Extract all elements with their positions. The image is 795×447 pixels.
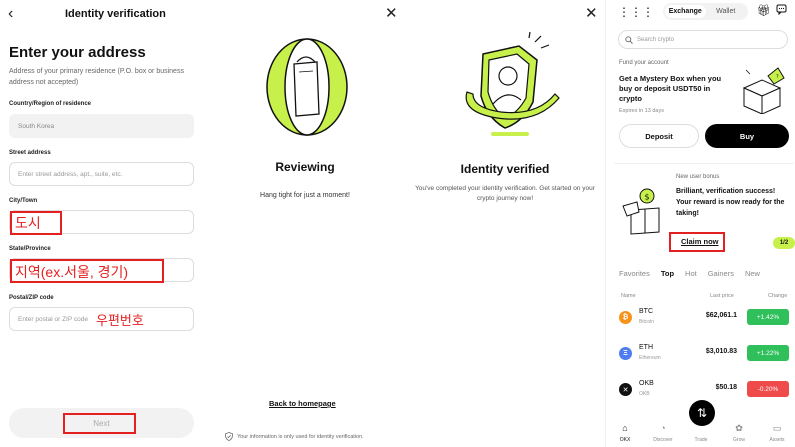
discover-icon: ◔ <box>660 423 666 433</box>
tab-favorites[interactable]: Favorites <box>619 269 650 278</box>
bitcoin-icon: ₿ <box>619 311 632 324</box>
back-icon[interactable]: ‹ <box>8 5 13 23</box>
market-tabs: Favorites Top Hot Gainers New <box>619 269 760 278</box>
col-price-header: Last price <box>710 293 734 299</box>
tab-hot[interactable]: Hot <box>685 269 697 278</box>
fund-expiry: Expires in 13 days <box>619 108 664 114</box>
page-subtext: Address of your primary residence (P.O. … <box>9 68 184 86</box>
row-price: $62,061.1 <box>705 312 737 319</box>
col-change-header: Change <box>768 293 788 299</box>
verified-illustration <box>465 32 560 136</box>
mystery-box-illustration: ? <box>742 67 785 114</box>
state-label: State/Province <box>9 246 51 252</box>
tab-exchange[interactable]: Exchange <box>665 5 706 18</box>
nav-okx[interactable]: ⌂ OKX <box>607 403 643 447</box>
home-icon: ⌂ <box>622 423 628 433</box>
nav-assets[interactable]: ▭ Assets <box>759 403 795 447</box>
claim-highlight-box <box>669 232 725 252</box>
row-symbol: ETH <box>639 344 653 351</box>
screen-title: Identity verification <box>65 8 166 20</box>
page-heading: Enter your address <box>9 44 146 61</box>
table-row[interactable]: ✕ OKB OKB $50.18 -0.20% <box>619 380 789 402</box>
search-input[interactable]: Search crypto <box>618 30 788 49</box>
country-field[interactable]: South Korea <box>9 114 194 138</box>
tab-gainers[interactable]: Gainers <box>708 269 734 278</box>
row-change: +1.22% <box>747 345 789 361</box>
postal-annotation: 우편번호 <box>95 312 144 328</box>
row-price: $3,010.83 <box>705 348 737 355</box>
postal-placeholder: Enter postal or ZIP code <box>18 315 88 323</box>
tab-top[interactable]: Top <box>661 269 674 278</box>
street-label: Street address <box>9 150 51 156</box>
bonus-label: New user bonus <box>676 174 720 180</box>
reviewing-title: Reviewing <box>275 160 335 174</box>
state-annotation: 지역(ex.서울, 경기) <box>15 264 129 280</box>
svg-text:$: $ <box>645 193 650 202</box>
nav-label: Assets <box>769 437 785 443</box>
nav-label: OKX <box>619 437 631 443</box>
row-change: -0.20% <box>747 381 789 397</box>
buy-button[interactable]: Buy <box>705 124 789 148</box>
fund-title: Get a Mystery Box when you buy or deposi… <box>619 74 722 103</box>
home-screen: ⋮⋮⋮ Exchange Wallet 🎁︎ Search crypto Fun… <box>605 0 795 447</box>
trade-icon: ⇅ <box>696 406 708 420</box>
table-row[interactable]: ₿ BTC Bitcoin $62,061.1 +1.42% <box>619 308 789 330</box>
ethereum-icon: Ξ <box>619 347 632 360</box>
row-symbol: BTC <box>639 308 653 315</box>
wallet-icon: ▭ <box>772 423 782 433</box>
close-icon[interactable]: ✕ <box>585 4 598 22</box>
mode-switch[interactable]: Exchange Wallet <box>663 3 748 20</box>
gift-box-illustration: $ <box>622 188 660 235</box>
nav-label: Trade <box>694 437 708 443</box>
col-name-header: Name <box>621 293 636 299</box>
row-name: OKB <box>639 391 650 397</box>
gift-icon[interactable]: 🎁︎ <box>757 4 771 17</box>
tab-new[interactable]: New <box>745 269 760 278</box>
okb-icon: ✕ <box>619 383 632 396</box>
close-icon[interactable]: ✕ <box>385 4 398 22</box>
reviewing-illustration <box>266 38 348 136</box>
chat-icon[interactable] <box>776 4 787 15</box>
row-price: $50.18 <box>715 384 737 391</box>
search-icon <box>625 35 633 44</box>
reviewing-screen: ✕ Reviewing Hang tight for just a moment… <box>205 0 405 447</box>
shield-icon <box>225 432 233 441</box>
country-value: South Korea <box>18 122 55 130</box>
back-to-homepage-link[interactable]: Back to homepage <box>269 399 336 408</box>
deposit-button[interactable]: Deposit <box>619 124 699 148</box>
city-annotation: 도시 <box>15 215 41 231</box>
table-row[interactable]: Ξ ETH Ethereum $3,010.83 +1.22% <box>619 344 789 366</box>
tab-wallet[interactable]: Wallet <box>706 5 747 18</box>
row-change: +1.42% <box>747 309 789 325</box>
nav-grow[interactable]: ✿ Grow <box>721 403 757 447</box>
row-name: Ethereum <box>639 355 661 361</box>
nav-label: Discover <box>653 437 673 443</box>
svg-text:?: ? <box>776 74 779 80</box>
nav-label: Grow <box>733 437 745 443</box>
next-highlight-box <box>63 413 136 434</box>
menu-grid-icon[interactable]: ⋮⋮⋮ <box>618 5 654 19</box>
street-placeholder: Enter street address, apt., suite, etc. <box>18 170 123 178</box>
row-symbol: OKB <box>639 380 654 387</box>
pager-badge: 1/2 <box>773 237 795 249</box>
country-label: Country/Region of residence <box>9 101 92 107</box>
privacy-note: Your information is only used for identi… <box>225 432 364 441</box>
grow-icon: ✿ <box>735 423 743 433</box>
row-name: Bitcoin <box>639 319 655 325</box>
postal-input[interactable]: Enter postal or ZIP code 우편번호 <box>9 307 194 331</box>
city-label: City/Town <box>9 198 38 204</box>
privacy-text: Your information is only used for identi… <box>237 433 364 440</box>
verified-subtitle: You've completed your identity verificat… <box>415 185 595 202</box>
verified-screen: ✕ Identity verified You've completed you… <box>405 0 605 447</box>
bonus-text: Brilliant, verification success! Your re… <box>676 188 785 217</box>
search-placeholder: Search crypto <box>637 36 675 43</box>
verified-title: Identity verified <box>460 162 550 176</box>
trade-button[interactable]: ⇅ <box>689 400 715 426</box>
reviewing-subtitle: Hang tight for just a moment! <box>260 192 350 199</box>
nav-discover[interactable]: ◔ Discover <box>645 403 681 447</box>
address-form-screen: ‹ Identity verification Enter your addre… <box>0 0 205 447</box>
fund-label: Fund your account <box>619 60 669 66</box>
postal-label: Postal/ZIP code <box>9 295 54 301</box>
street-input[interactable]: Enter street address, apt., suite, etc. <box>9 162 194 186</box>
